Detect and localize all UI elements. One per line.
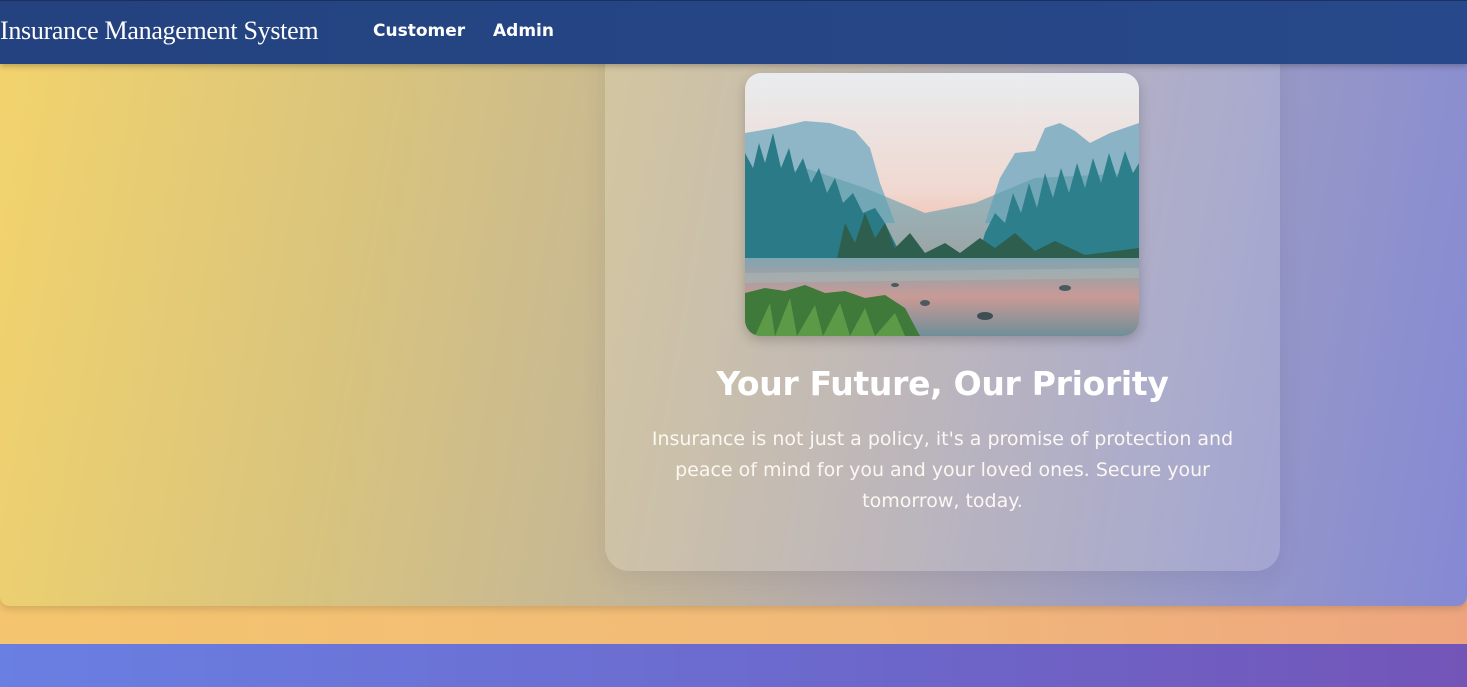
nav-link-customer[interactable]: Customer bbox=[373, 21, 465, 41]
hero-card: Your Future, Our Priority Insurance is n… bbox=[605, 30, 1280, 571]
landscape-image-icon bbox=[745, 73, 1139, 336]
hero-description: Insurance is not just a policy, it's a p… bbox=[651, 428, 1234, 512]
landscape-photo bbox=[745, 73, 1139, 336]
hero-section: Your Future, Our Priority Insurance is n… bbox=[0, 0, 1467, 606]
top-navbar: Insurance Management System Customer Adm… bbox=[0, 0, 1467, 64]
brand-title[interactable]: Insurance Management System bbox=[0, 16, 319, 46]
page: Your Future, Our Priority Insurance is n… bbox=[0, 0, 1467, 687]
hero-title: Your Future, Our Priority bbox=[716, 364, 1169, 403]
nav-link-admin[interactable]: Admin bbox=[493, 21, 554, 41]
footer-section bbox=[0, 643, 1467, 687]
